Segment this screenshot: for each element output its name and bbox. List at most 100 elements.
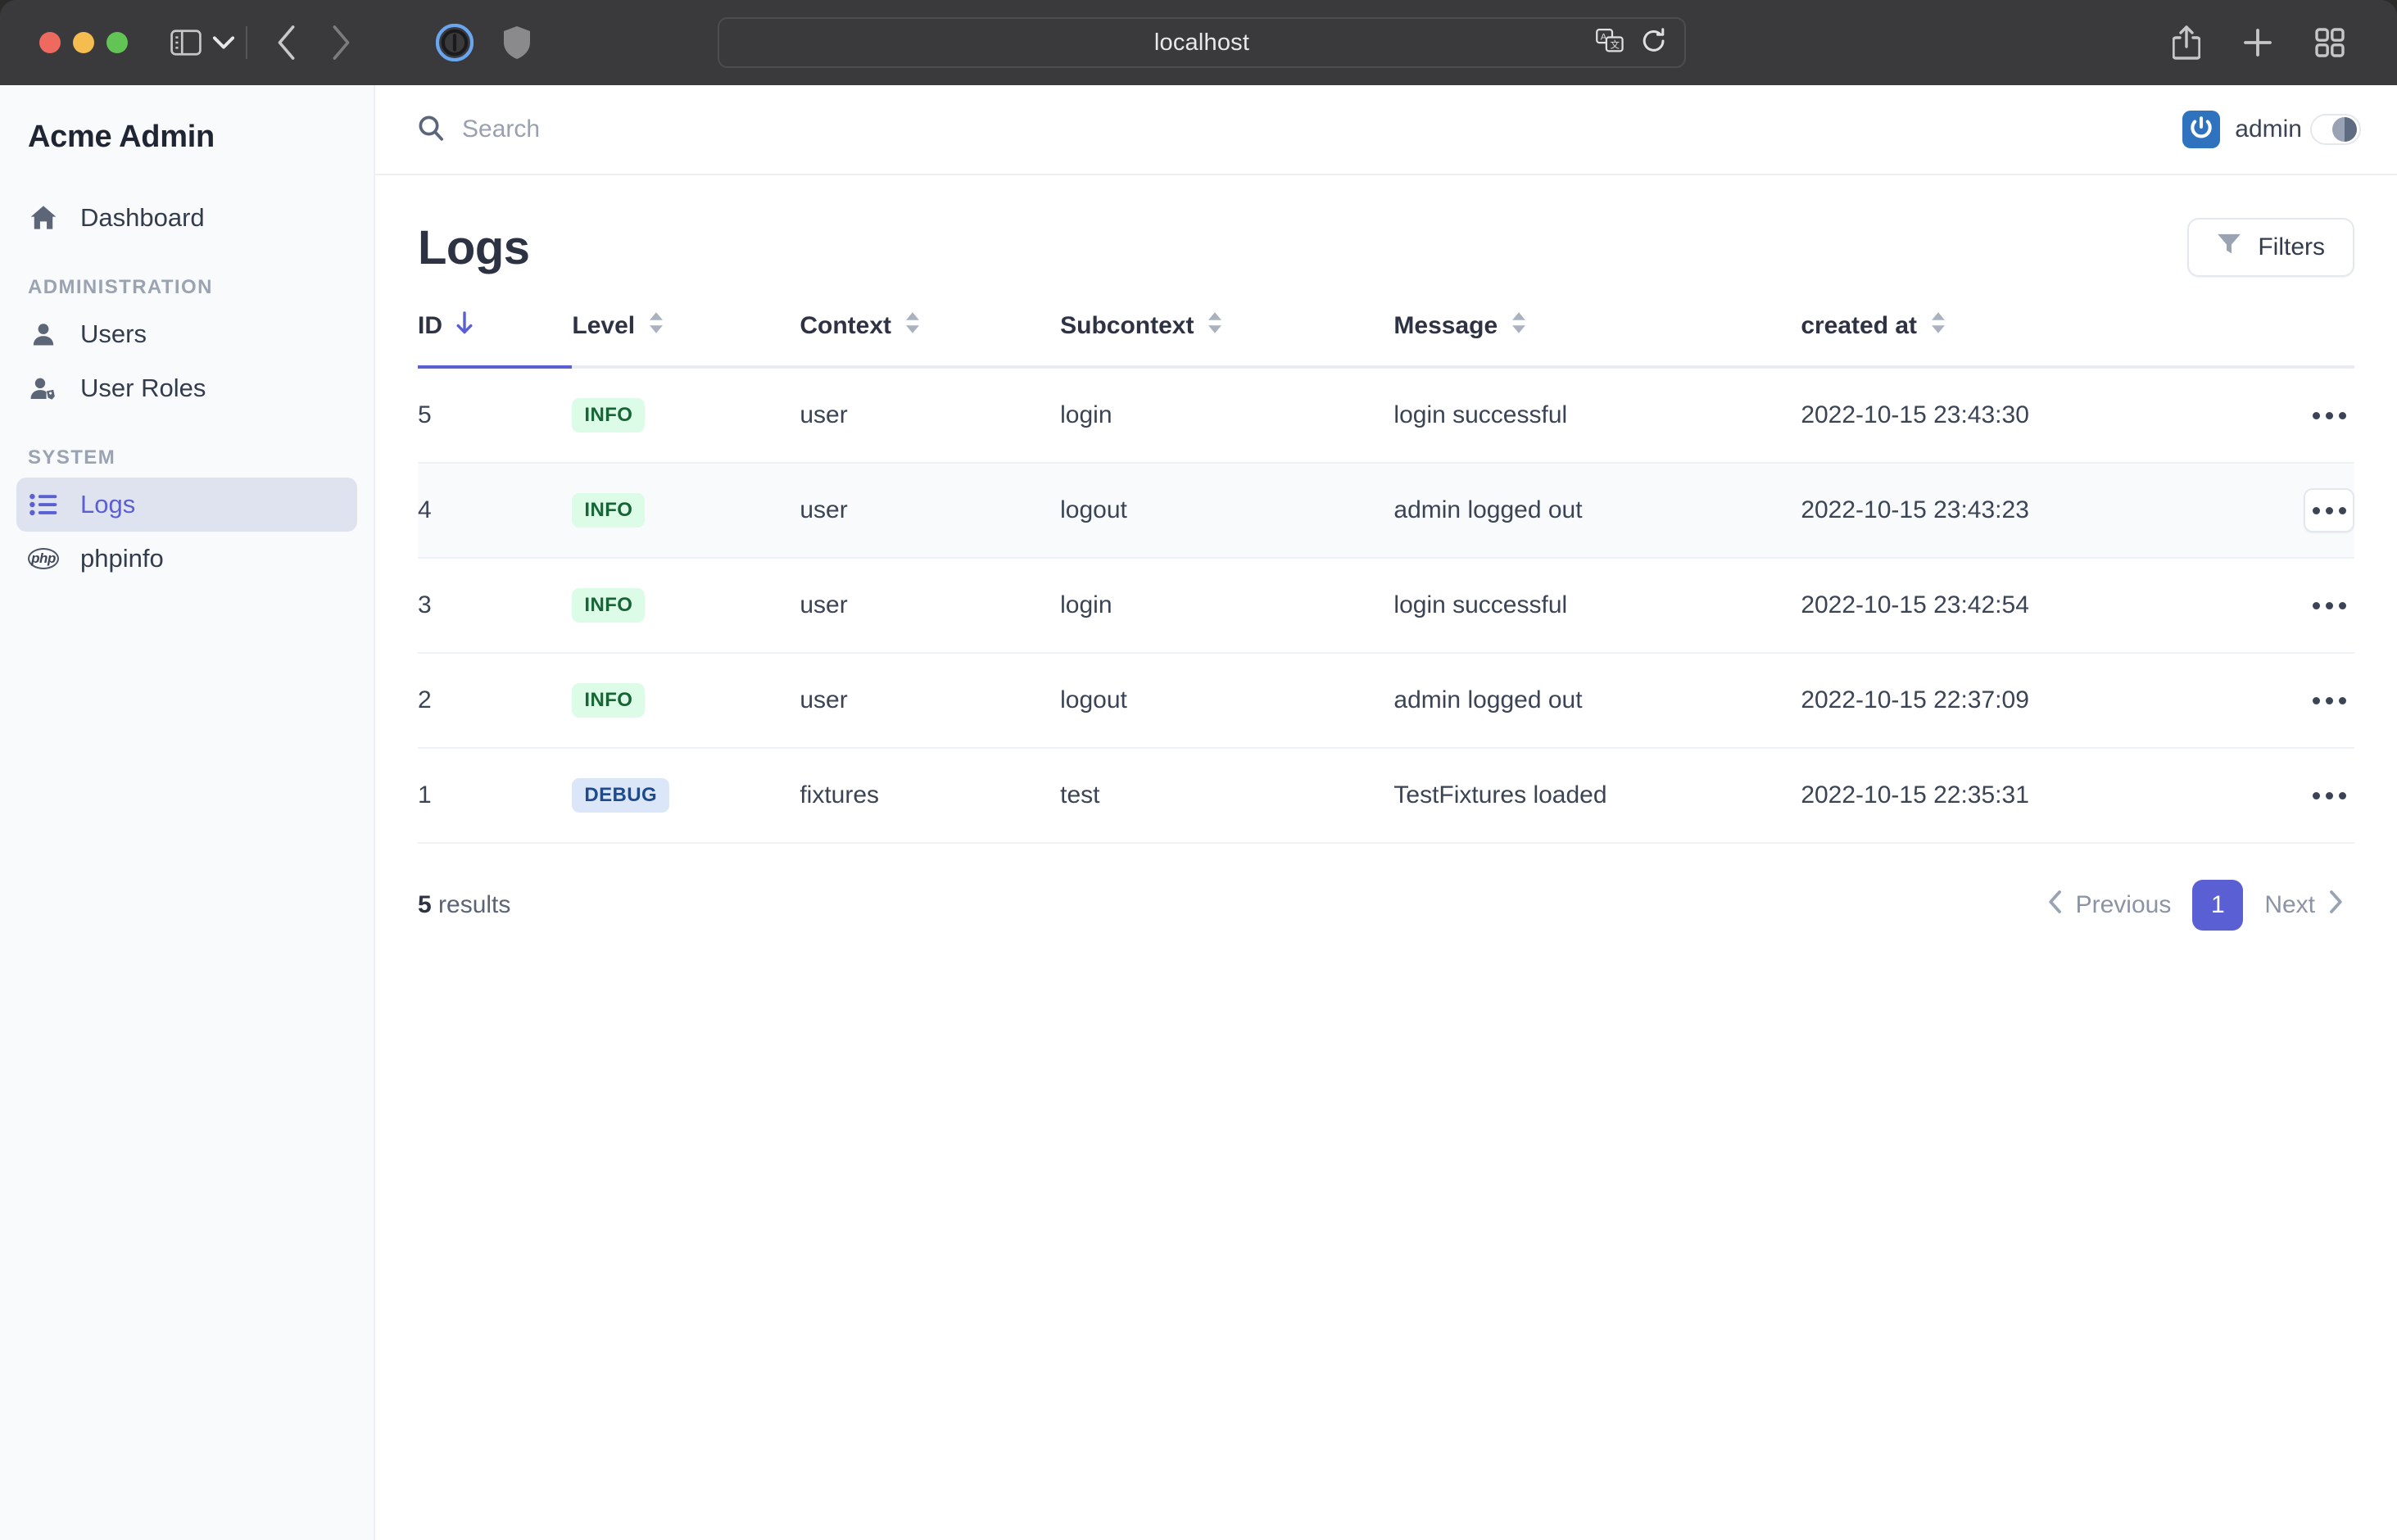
sort-icon[interactable] [1207, 311, 1223, 341]
cell-context: user [800, 653, 1061, 749]
address-bar-url: localhost [1153, 29, 1250, 56]
cell-created-at: 2022-10-15 22:37:09 [1801, 653, 2257, 749]
column-header-subcontext[interactable]: Subcontext [1060, 311, 1393, 365]
column-header-created-at[interactable]: created at [1801, 311, 2256, 365]
row-actions-button[interactable] [2304, 583, 2354, 627]
cell-actions [2256, 558, 2354, 654]
main-content: admin Logs Filters [375, 85, 2397, 1540]
table-row[interactable]: 4 INFO user logout admin logged out 2022-10-1… [418, 463, 2354, 559]
cell-level: INFO [572, 463, 800, 559]
maximize-window-button[interactable] [106, 32, 128, 53]
user-name-label: admin [2235, 116, 2302, 143]
sort-icon[interactable] [1511, 311, 1527, 341]
sidebar-nav: Dashboard ADMINISTRATION Users User Role… [16, 191, 357, 586]
avatar[interactable] [2182, 111, 2221, 148]
column-header-label: Level [572, 312, 636, 339]
sidebar-item-dashboard[interactable]: Dashboard [16, 191, 357, 245]
tab-overview-icon[interactable] [2315, 28, 2345, 57]
cell-message: login successful [1393, 558, 1801, 654]
ellipsis-icon [2312, 696, 2320, 704]
cell-context: user [800, 558, 1061, 654]
sort-icon[interactable] [648, 311, 664, 341]
onepassword-icon[interactable] [436, 24, 474, 61]
chevron-right-icon [2328, 890, 2343, 920]
translate-icon[interactable]: A 文 [1596, 28, 1624, 57]
logs-table: ID Level Context Subcontext Message crea… [418, 311, 2354, 844]
ellipsis-icon [2312, 411, 2320, 419]
table-row[interactable]: 5 INFO user login login successful 2022-10-15… [418, 369, 2354, 464]
cell-subcontext: test [1060, 748, 1394, 844]
page-content: Logs Filters ID Level Context Subcontext… [375, 175, 2397, 1540]
user-icon [28, 321, 59, 347]
cell-message: TestFixtures loaded [1393, 748, 1801, 844]
filters-button-label: Filters [2258, 233, 2325, 260]
app-sidebar: Acme Admin Dashboard ADMINISTRATION User… [0, 85, 375, 1540]
cell-created-at: 2022-10-15 23:43:30 [1801, 369, 2257, 464]
ellipsis-icon [2325, 696, 2333, 704]
search-area [418, 115, 921, 145]
browser-toolbar: localhost A 文 [0, 0, 2397, 85]
address-bar[interactable]: localhost A 文 [718, 17, 1686, 68]
ellipsis-icon [2312, 791, 2320, 799]
minimize-window-button[interactable] [73, 32, 94, 53]
sort-desc-icon[interactable] [455, 311, 474, 341]
pagination-next-label: Next [2264, 891, 2315, 918]
close-window-button[interactable] [39, 32, 61, 53]
filters-button[interactable]: Filters [2187, 218, 2354, 277]
cell-subcontext: login [1060, 369, 1394, 464]
cell-id: 3 [418, 558, 573, 654]
row-actions-button[interactable] [2304, 488, 2354, 532]
cell-created-at: 2022-10-15 23:43:23 [1801, 463, 2257, 559]
page-header: Logs Filters [418, 218, 2354, 277]
theme-toggle[interactable] [2310, 114, 2361, 145]
cell-level: INFO [572, 369, 800, 464]
cell-level: INFO [572, 653, 800, 749]
results-count-number: 5 [418, 891, 432, 918]
cell-context: fixtures [800, 748, 1061, 844]
sort-icon[interactable] [1930, 311, 1946, 341]
table-row[interactable]: 3 INFO user login login successful 2022-10-15… [418, 558, 2354, 654]
ellipsis-icon [2325, 506, 2333, 514]
level-badge: INFO [572, 683, 646, 718]
page-body: Acme Admin Dashboard ADMINISTRATION User… [0, 85, 2397, 1540]
topbar-user-area: admin [2182, 111, 2361, 148]
plus-icon[interactable] [2243, 28, 2272, 57]
sidebar-item-label: phpinfo [80, 544, 164, 573]
sidebar-item-phpinfo[interactable]: php phpinfo [16, 532, 357, 586]
cell-message: login successful [1393, 369, 1801, 464]
pagination-next[interactable]: Next [2253, 882, 2354, 928]
column-header-level[interactable]: Level [572, 311, 800, 365]
row-actions-button[interactable] [2304, 678, 2354, 722]
forward-arrow-icon[interactable] [331, 25, 351, 60]
sort-icon[interactable] [904, 311, 921, 341]
chevron-down-icon[interactable] [213, 35, 234, 50]
search-input[interactable] [462, 116, 921, 143]
row-actions-button[interactable] [2304, 773, 2354, 818]
cell-subcontext: logout [1060, 463, 1394, 559]
back-arrow-icon[interactable] [277, 25, 297, 60]
sidebar-toggle-icon[interactable] [170, 29, 202, 56]
sidebar-item-logs[interactable]: Logs [16, 478, 357, 532]
table-row[interactable]: 2 INFO user logout admin logged out 2022-10-1… [418, 653, 2354, 749]
pagination-previous[interactable]: Previous [2037, 882, 2183, 928]
column-header-id[interactable]: ID [418, 311, 572, 365]
home-icon [28, 204, 59, 232]
pagination: Previous 1 Next [2037, 880, 2354, 931]
cell-created-at: 2022-10-15 22:35:31 [1801, 748, 2257, 844]
pagination-page-1[interactable]: 1 [2192, 880, 2244, 931]
ellipsis-icon [2312, 506, 2320, 514]
table-row[interactable]: 1 DEBUG fixtures test TestFixtures loaded 202… [418, 748, 2354, 844]
column-header-context[interactable]: Context [800, 311, 1060, 365]
level-badge: INFO [572, 398, 646, 433]
sidebar-item-users[interactable]: Users [16, 307, 357, 361]
results-count-label: results [438, 891, 511, 918]
ellipsis-icon [2338, 411, 2346, 419]
share-icon[interactable] [2173, 25, 2200, 60]
ellipsis-icon [2325, 411, 2333, 419]
privacy-shield-icon[interactable] [503, 26, 531, 59]
column-header-message[interactable]: Message [1393, 311, 1801, 365]
reload-icon[interactable] [1642, 27, 1666, 58]
row-actions-button[interactable] [2304, 393, 2354, 437]
toolbar-right-actions [2173, 25, 2369, 60]
sidebar-item-user-roles[interactable]: User Roles [16, 361, 357, 415]
